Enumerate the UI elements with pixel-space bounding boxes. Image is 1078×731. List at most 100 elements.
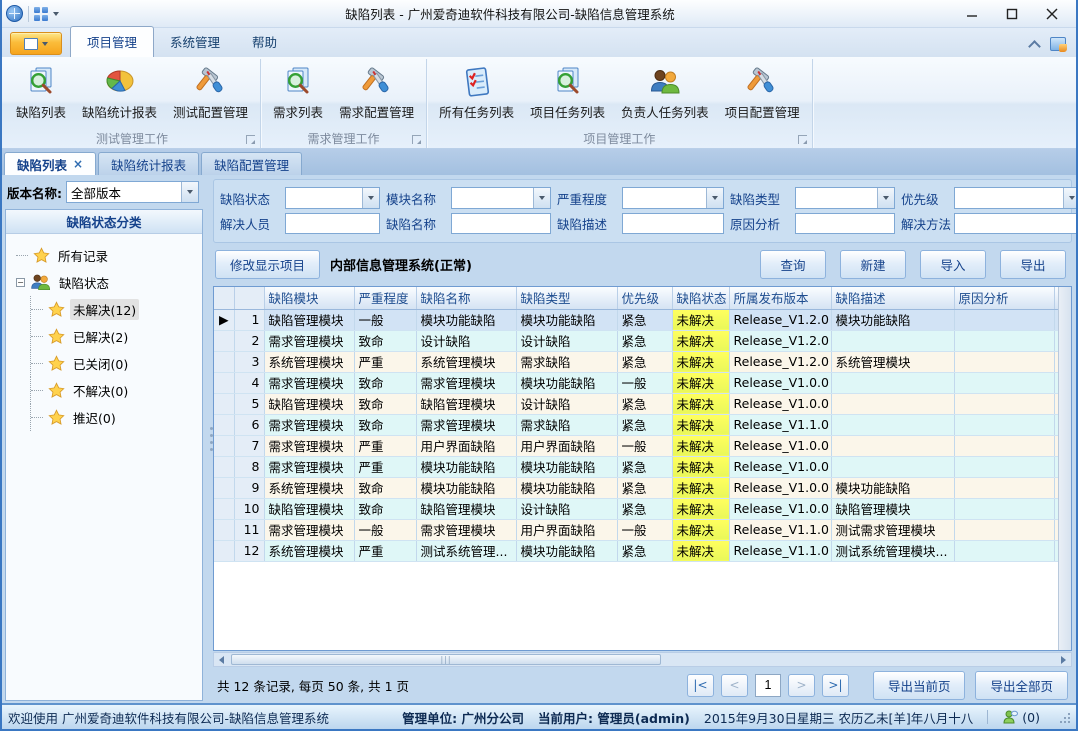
quick-access-grid-icon[interactable] <box>34 7 48 21</box>
cause-analysis-input[interactable] <box>795 213 895 234</box>
table-row[interactable]: 2需求管理模块致命设计缺陷设计缺陷紧急未解决Release_V1.2.0 <box>214 330 1058 351</box>
tree-item-5[interactable]: 不解决(0) <box>30 377 198 404</box>
defect-type-combo[interactable] <box>795 187 895 209</box>
scroll-right-icon[interactable] <box>1056 653 1071 666</box>
resolver-input[interactable] <box>285 213 380 234</box>
resize-grip[interactable] <box>1060 711 1070 723</box>
page-number-input[interactable] <box>755 674 781 697</box>
column-header-2[interactable]: 缺陷名称 <box>416 287 516 309</box>
import-button[interactable]: 导入 <box>920 250 986 279</box>
table-row[interactable]: 12系统管理模块严重测试系统管理...模块功能缺陷紧急未解决Release_V1… <box>214 540 1058 561</box>
help-icon[interactable] <box>1050 37 1066 51</box>
ribbon-button-pie-chart-0-1[interactable]: 缺陷统计报表 <box>74 61 165 123</box>
ribbon-button-tools-1-1[interactable]: 需求配置管理 <box>331 61 422 123</box>
close-tab-icon[interactable]: × <box>73 158 83 170</box>
application-menu-button[interactable] <box>10 32 62 55</box>
table-row[interactable]: 6需求管理模块致命需求管理模块需求缺陷紧急未解决Release_V1.1.0 <box>214 414 1058 435</box>
dialog-launcher-icon[interactable] <box>412 135 421 144</box>
ribbon-tab-help[interactable]: 帮助 <box>236 27 293 57</box>
maximize-button[interactable] <box>992 2 1032 26</box>
solution-input[interactable] <box>954 213 1078 234</box>
quick-access-caret-icon[interactable] <box>53 12 59 16</box>
close-button[interactable] <box>1032 2 1072 26</box>
ribbon-tab-project[interactable]: 项目管理 <box>70 26 154 57</box>
ribbon-button-tools-2-3[interactable]: 项目配置管理 <box>717 61 808 123</box>
document-tab-1[interactable]: 缺陷统计报表 <box>98 152 199 175</box>
dialog-launcher-icon[interactable] <box>798 135 807 144</box>
table-row[interactable]: 9系统管理模块致命模块功能缺陷模块功能缺陷紧急未解决Release_V1.0.0… <box>214 477 1058 498</box>
tree-item-1[interactable]: −缺陷状态 <box>16 269 198 296</box>
ribbon-button-tools-0-2[interactable]: 测试配置管理 <box>165 61 256 123</box>
column-header-4[interactable]: 优先级 <box>617 287 672 309</box>
ribbon-button-doc-search-0-0[interactable]: 缺陷列表 <box>8 61 74 123</box>
tree-item-0[interactable]: 所有记录 <box>16 242 198 269</box>
table-cell: 紧急 <box>617 540 672 561</box>
tree-item-2[interactable]: 未解决(12) <box>30 296 198 323</box>
table-cell: 一般 <box>354 309 416 330</box>
table-row[interactable]: 4需求管理模块致命需求管理模块模块功能缺陷一般未解决Release_V1.0.0 <box>214 372 1058 393</box>
column-header-7[interactable]: 缺陷描述 <box>831 287 954 309</box>
table-cell: 一般 <box>617 435 672 456</box>
defect-desc-input[interactable] <box>622 213 724 234</box>
defect-status-combo[interactable] <box>285 187 380 209</box>
sidebar-splitter[interactable] <box>203 175 213 703</box>
messages-person-icon[interactable] <box>1002 709 1018 725</box>
table-row[interactable]: ▶1缺陷管理模块一般模块功能缺陷模块功能缺陷紧急未解决Release_V1.2.… <box>214 309 1058 330</box>
chevron-down-icon[interactable] <box>181 182 198 202</box>
ribbon-button-people-2-2[interactable]: 负责人任务列表 <box>613 61 717 123</box>
column-header-8[interactable]: 原因分析 <box>954 287 1054 309</box>
export-button[interactable]: 导出 <box>1000 250 1066 279</box>
page-prev-button[interactable]: < <box>721 674 748 697</box>
chevron-down-icon[interactable] <box>706 188 723 208</box>
scroll-left-icon[interactable] <box>214 653 229 666</box>
new-button[interactable]: 新建 <box>840 250 906 279</box>
column-header-3[interactable]: 缺陷类型 <box>516 287 617 309</box>
ribbon-button-doc-search-2-1[interactable]: 项目任务列表 <box>522 61 613 123</box>
chevron-down-icon[interactable] <box>877 188 894 208</box>
tree-panel-title: 缺陷状态分类 <box>6 210 202 234</box>
table-row[interactable]: 11需求管理模块一般需求管理模块用户界面缺陷一般未解决Release_V1.1.… <box>214 519 1058 540</box>
collapse-ribbon-icon[interactable] <box>1028 41 1040 48</box>
document-tab-0[interactable]: 缺陷列表× <box>4 152 96 175</box>
query-button[interactable]: 查询 <box>760 250 826 279</box>
table-row[interactable]: 8需求管理模块严重模块功能缺陷模块功能缺陷紧急未解决Release_V1.0.0 <box>214 456 1058 477</box>
column-header-6[interactable]: 所属发布版本 <box>729 287 831 309</box>
document-tab-2[interactable]: 缺陷配置管理 <box>201 152 302 175</box>
page-next-button[interactable]: > <box>788 674 815 697</box>
priority-combo[interactable] <box>954 187 1078 209</box>
table-cell: Release_V1.0.0 <box>729 477 831 498</box>
modify-display-items-button[interactable]: 修改显示项目 <box>215 250 320 279</box>
severity-combo[interactable] <box>622 187 724 209</box>
column-header-5[interactable]: 缺陷状态 <box>672 287 729 309</box>
chevron-down-icon[interactable] <box>362 188 379 208</box>
ribbon-tab-strip: 项目管理系统管理帮助 <box>2 28 1076 57</box>
column-header-0[interactable]: 缺陷模块 <box>264 287 354 309</box>
tree-item-3[interactable]: 已解决(2) <box>30 323 198 350</box>
horizontal-scrollbar[interactable] <box>213 652 1072 667</box>
pie-chart-icon <box>103 65 137 99</box>
version-combo[interactable]: 全部版本 <box>66 181 199 203</box>
tree-item-4[interactable]: 已关闭(0) <box>30 350 198 377</box>
tree-item-6[interactable]: 推迟(0) <box>30 404 198 431</box>
table-row[interactable]: 10缺陷管理模块致命缺陷管理模块设计缺陷紧急未解决Release_V1.0.0缺… <box>214 498 1058 519</box>
ribbon-button-doc-search-1-0[interactable]: 需求列表 <box>265 61 331 123</box>
module-name-combo[interactable] <box>451 187 551 209</box>
page-last-button[interactable]: >| <box>822 674 849 697</box>
collapse-node-icon[interactable]: − <box>16 278 25 287</box>
ribbon-button-checklist-2-0[interactable]: 所有任务列表 <box>431 61 522 123</box>
defect-name-input[interactable] <box>451 213 551 234</box>
chevron-down-icon[interactable] <box>533 188 550 208</box>
column-header-1[interactable]: 严重程度 <box>354 287 416 309</box>
export-current-page-button[interactable]: 导出当前页 <box>873 671 966 700</box>
table-row[interactable]: 7需求管理模块严重用户界面缺陷用户界面缺陷一般未解决Release_V1.0.0 <box>214 435 1058 456</box>
export-all-pages-button[interactable]: 导出全部页 <box>975 671 1068 700</box>
dialog-launcher-icon[interactable] <box>246 135 255 144</box>
table-row[interactable]: 5缺陷管理模块致命缺陷管理模块设计缺陷紧急未解决Release_V1.0.0 <box>214 393 1058 414</box>
chevron-down-icon[interactable] <box>1063 188 1078 208</box>
scrollbar-thumb[interactable] <box>231 654 661 665</box>
vertical-scrollbar[interactable] <box>1058 287 1071 650</box>
minimize-button[interactable] <box>952 2 992 26</box>
table-row[interactable]: 3系统管理模块严重系统管理模块需求缺陷紧急未解决Release_V1.2.0系统… <box>214 351 1058 372</box>
ribbon-tab-system[interactable]: 系统管理 <box>154 27 236 57</box>
page-first-button[interactable]: |< <box>687 674 714 697</box>
